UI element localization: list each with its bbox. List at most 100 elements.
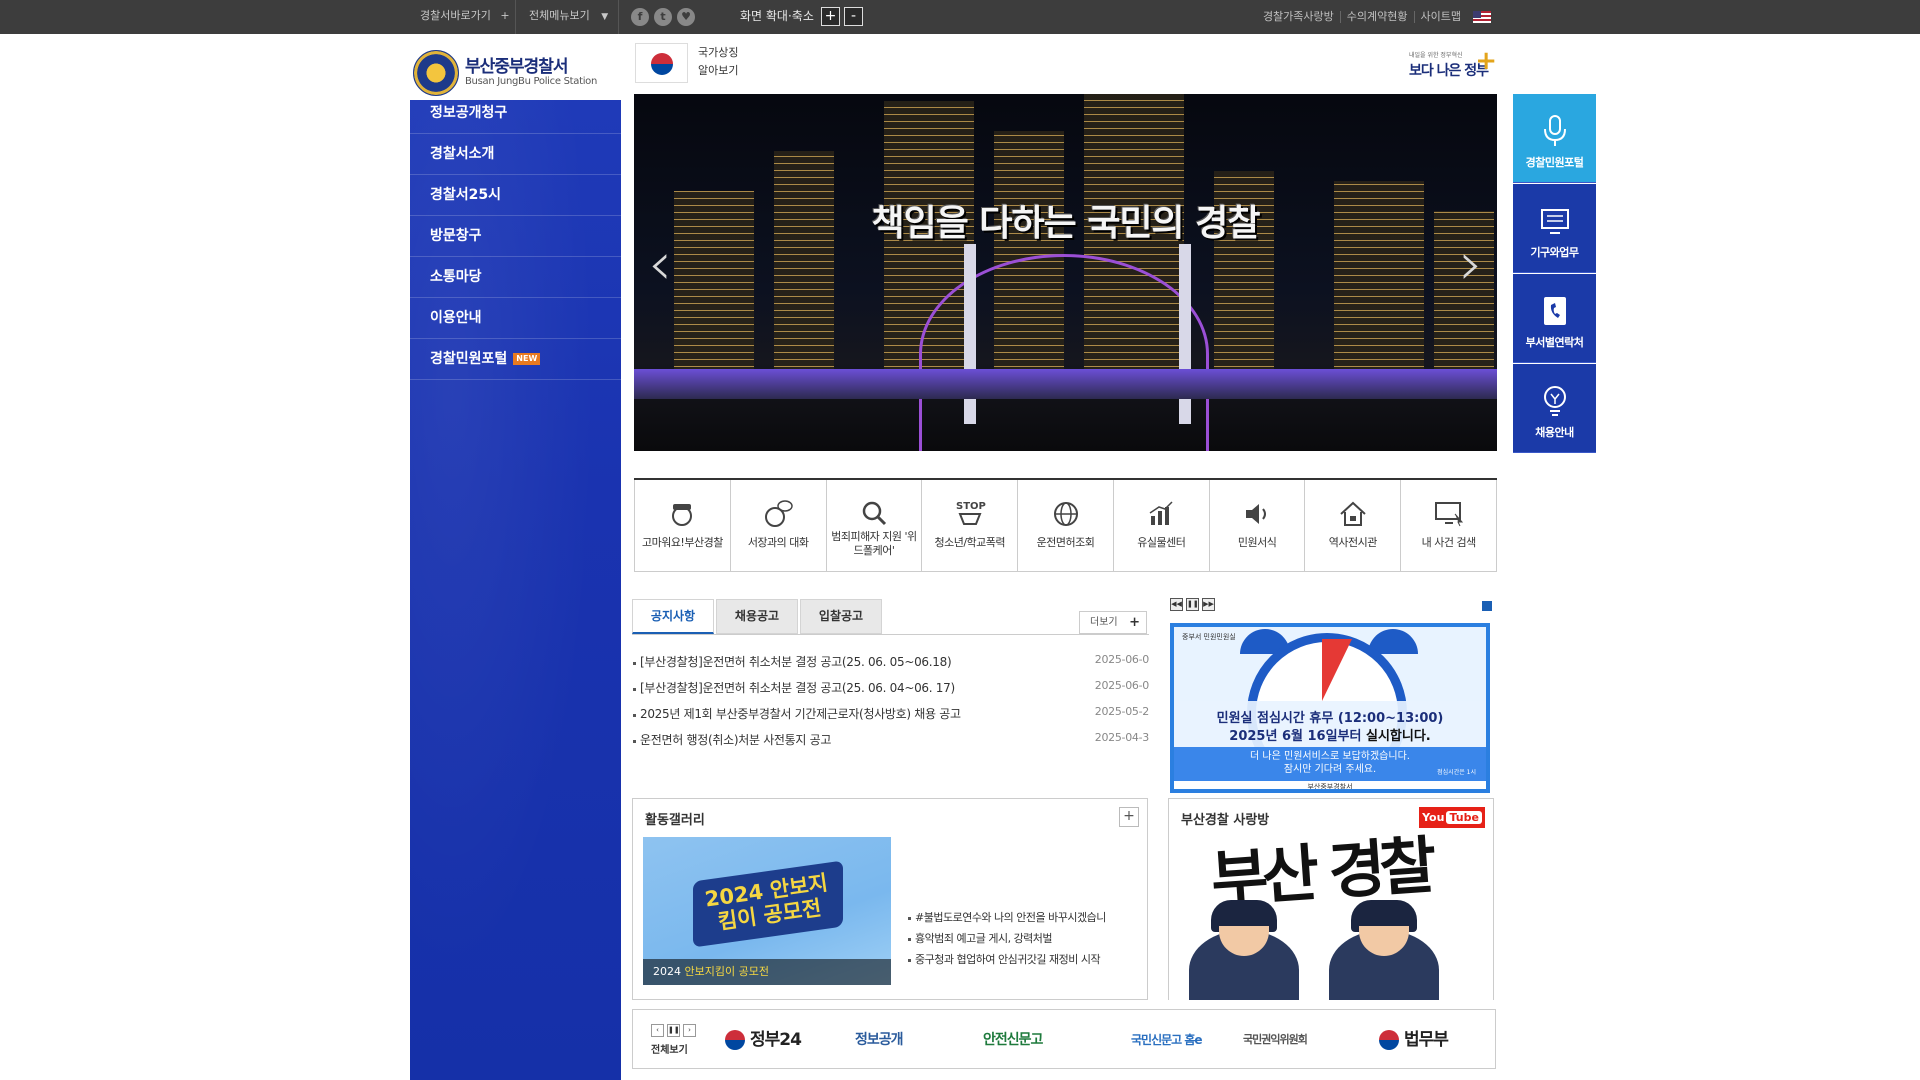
notice-item[interactable]: [부산경찰청]운전면허 취소처분 결정 공고(25. 06. 04~06. 17… bbox=[632, 679, 1149, 699]
nav-item-portal[interactable]: 경찰민원포털 NEW bbox=[410, 340, 621, 380]
chart-icon bbox=[1149, 501, 1173, 525]
quick-item-lost-found[interactable]: 유실물센터 bbox=[1114, 480, 1210, 571]
banner-pause-button[interactable]: ❚❚ bbox=[1186, 598, 1199, 611]
partner-pause-button[interactable]: ❚❚ bbox=[667, 1024, 680, 1037]
zoom-out-button[interactable]: - bbox=[844, 7, 863, 26]
tab-underline bbox=[632, 634, 1149, 635]
top-bar: 경찰서바로가기 + 전체메뉴보기 ▼ f t ♥ 화면 확대·축소 + - 경찰… bbox=[0, 0, 1920, 34]
top-link-family[interactable]: 경찰가족사랑방 bbox=[1257, 11, 1341, 23]
facebook-icon[interactable]: f bbox=[631, 8, 649, 26]
national-symbol-link[interactable]: 국가상징 알아보기 bbox=[698, 44, 738, 80]
site-logo[interactable]: 부산중부경찰서 Busan JungBu Police Station bbox=[413, 48, 613, 98]
quick-item-chief-talk[interactable]: 서장과의 대화 bbox=[731, 480, 827, 571]
bridge-cable bbox=[919, 254, 1209, 451]
youtube-logo-icon[interactable]: You Tube bbox=[1419, 807, 1485, 828]
gallery-item[interactable]: #불법도로연수와 나의 안전을 바꾸시겠습니 bbox=[908, 909, 1106, 925]
activity-gallery: 활동갤러리 + 2024 안보지킴이 공모전 2024 안보지킴이 공모전 #불… bbox=[632, 798, 1148, 1000]
phone-book-icon bbox=[1543, 297, 1566, 325]
partner-open-gov[interactable]: 정보공개 bbox=[855, 1026, 904, 1054]
gallery-item[interactable]: 흉악범죄 예고글 게시, 강력처벌 bbox=[907, 930, 1053, 946]
magnifier-icon bbox=[862, 501, 887, 526]
prev-slide-button[interactable]: ‹ bbox=[648, 234, 672, 294]
side-quick-org[interactable]: 기구와업무 bbox=[1513, 184, 1596, 273]
nav-item-about[interactable]: 경찰서소개 bbox=[410, 135, 621, 175]
partner-controls: ‹ ❚❚ › 전체보기 bbox=[651, 1024, 696, 1056]
partner-safety-report[interactable]: 안전신문고 bbox=[983, 1026, 1043, 1054]
officer-illustration bbox=[1329, 900, 1439, 1000]
heart-icon[interactable]: ♥ bbox=[677, 8, 695, 26]
notice-item[interactable]: 2025년 제1회 부산중부경찰서 기간제근로자(청사방호) 채용 공고 2025… bbox=[632, 705, 1149, 725]
us-flag-icon[interactable] bbox=[1473, 11, 1491, 23]
building bbox=[774, 151, 834, 391]
shortcut-label: 경찰서바로가기 bbox=[420, 9, 491, 22]
partner-acrc[interactable]: 국민권익위원회 bbox=[1243, 1026, 1308, 1054]
nav-item-guide[interactable]: 이용안내 bbox=[410, 299, 621, 339]
nav-item-community[interactable]: 소통마당 bbox=[410, 258, 621, 298]
partner-gov24[interactable]: 정부24 bbox=[725, 1026, 802, 1054]
screen-icon bbox=[1540, 209, 1569, 234]
side-quick-contacts[interactable]: 부서별연락처 bbox=[1513, 274, 1596, 363]
notice-item[interactable]: [부산경찰청]운전면허 취소처분 결정 공고(25. 06. 05~06.18)… bbox=[632, 653, 1149, 673]
tab-bids[interactable]: 입찰공고 bbox=[800, 599, 882, 634]
taegukgi-icon[interactable] bbox=[635, 43, 688, 83]
next-slide-button[interactable]: › bbox=[1459, 234, 1483, 294]
all-menu-button[interactable]: 전체메뉴보기 ▼ bbox=[529, 0, 608, 34]
notice-item[interactable]: 운전면허 행정(취소)처분 사전통지 공고 2025-04-3 bbox=[632, 731, 1149, 751]
police-emblem-icon bbox=[413, 50, 459, 96]
plus-icon: + bbox=[1129, 615, 1140, 630]
quick-item-forms[interactable]: 민원서식 bbox=[1210, 480, 1306, 571]
banner-prev-button[interactable]: ◀◀ bbox=[1170, 598, 1183, 611]
allmenu-label: 전체메뉴보기 bbox=[529, 9, 590, 22]
banner-indicator[interactable] bbox=[1482, 601, 1492, 611]
tab-recruit[interactable]: 채용공고 bbox=[716, 599, 798, 634]
gallery-item[interactable]: 중구청과 협업하여 안심귀갓길 재정비 시작 bbox=[907, 951, 1101, 967]
speaker-icon bbox=[1246, 504, 1267, 524]
gallery-thumbnail[interactable]: 2024 안보지킴이 공모전 2024 안보지킴이 공모전 bbox=[643, 837, 891, 985]
divider bbox=[515, 0, 516, 34]
tab-notices[interactable]: 공지사항 bbox=[632, 599, 714, 634]
gallery-more-button[interactable]: + bbox=[1119, 807, 1139, 827]
partner-epeople[interactable]: 국민신문고 홈e bbox=[1131, 1026, 1203, 1054]
globe-icon bbox=[1053, 502, 1078, 526]
side-quick-recruit[interactable]: 채용안내 bbox=[1513, 364, 1596, 453]
partner-all-button[interactable]: 전체보기 bbox=[651, 1041, 696, 1056]
nav-item-info-request[interactable]: 정보공개청구 bbox=[410, 94, 621, 134]
logo-english: Busan JungBu Police Station bbox=[465, 76, 598, 87]
twitter-icon[interactable]: t bbox=[654, 8, 672, 26]
right-quick-menu: 경찰민원포털 기구와업무 부서별연락처 채용안내 bbox=[1513, 94, 1596, 454]
more-button[interactable]: 더보기 + bbox=[1079, 611, 1147, 634]
top-link-sitemap[interactable]: 사이트맵 bbox=[1415, 11, 1467, 23]
svg-text:STOP: STOP bbox=[956, 501, 986, 512]
quick-item-victim-support[interactable]: 범죄피해자 지원 '위드폴케어' bbox=[827, 480, 923, 571]
top-link-contracts[interactable]: 수의계약현황 bbox=[1341, 11, 1415, 23]
stop-icon: STOP bbox=[956, 501, 986, 525]
police-shortcut-menu[interactable]: 경찰서바로가기 + bbox=[420, 0, 510, 34]
house-icon bbox=[1340, 501, 1366, 526]
partner-prev-button[interactable]: ‹ bbox=[651, 1024, 664, 1037]
gallery-caption: 2024 안보지킴이 공모전 bbox=[643, 959, 891, 985]
gov-slogan: 내일을 위한 정부혁신 bbox=[1409, 52, 1463, 59]
nav-item-24h[interactable]: 경찰서25시 bbox=[410, 176, 621, 216]
plus-icon: + bbox=[500, 9, 510, 22]
banner-head: 중부서 민원민원실 bbox=[1182, 633, 1236, 641]
partner-next-button[interactable]: › bbox=[683, 1024, 696, 1037]
lunch-break-banner[interactable]: 중부서 민원민원실 민원실 점심시간 휴무 (12:00~13:00) 2025… bbox=[1170, 623, 1490, 793]
police-officer-icon bbox=[672, 504, 693, 526]
side-quick-portal[interactable]: 경찰민원포털 bbox=[1513, 94, 1596, 183]
quick-item-history[interactable]: 역사전시관 bbox=[1305, 480, 1402, 571]
quick-item-thanks[interactable]: 고마워요!부산경찰 bbox=[634, 480, 731, 571]
zoom-in-button[interactable]: + bbox=[821, 7, 840, 26]
nav-item-visit[interactable]: 방문창구 bbox=[410, 217, 621, 257]
partner-moj[interactable]: 법무부 bbox=[1379, 1026, 1449, 1054]
gov-innovation-logo[interactable]: 내일을 위한 정부혁신 보다 나은 정부 + bbox=[1405, 46, 1497, 86]
national-symbol-line2: 알아보기 bbox=[698, 64, 739, 77]
quick-item-school-violence[interactable]: STOP 청소년/학교폭력 bbox=[922, 480, 1019, 571]
logo-korean: 부산중부경찰서 bbox=[465, 57, 568, 77]
banner-next-button[interactable]: ▶▶ bbox=[1202, 598, 1215, 611]
officer-illustration bbox=[1189, 900, 1299, 1000]
quick-item-license[interactable]: 운전면허조회 bbox=[1018, 480, 1114, 571]
quick-item-case-search[interactable]: 내 사건 검색 bbox=[1401, 480, 1498, 571]
caret-down-icon: ▼ bbox=[601, 12, 609, 22]
taegeuk-icon bbox=[1379, 1030, 1399, 1050]
chat-icon bbox=[765, 500, 793, 527]
